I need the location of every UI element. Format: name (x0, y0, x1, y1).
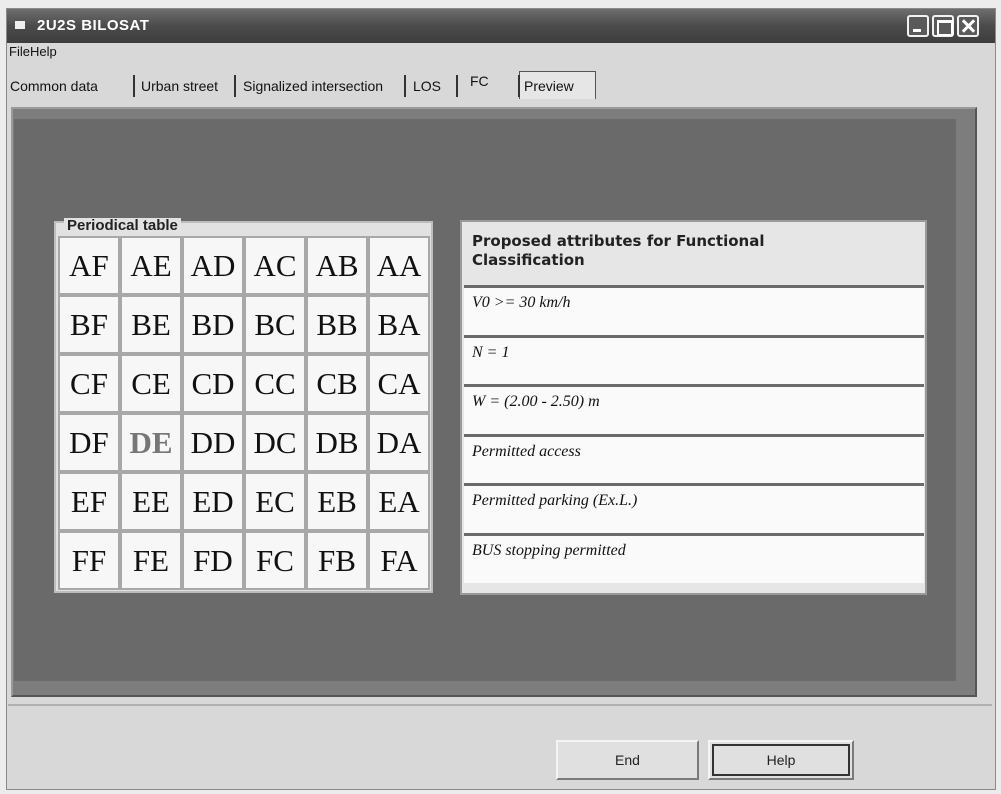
attributes-list: V0 >= 30 km/h N = 1 W = (2.00 - 2.50) m … (464, 285, 924, 583)
attribute-row: V0 >= 30 km/h (464, 285, 924, 335)
periodic-cell-de[interactable]: DE (120, 413, 182, 472)
window-title: 2U2S BILOSAT (37, 17, 150, 34)
tab-separator (456, 75, 458, 97)
minimize-button[interactable] (907, 15, 929, 37)
menu-bar: File Help (6, 42, 996, 62)
periodic-cell-ca[interactable]: CA (368, 354, 430, 413)
attributes-title: Proposed attributes for Functional Class… (472, 232, 765, 269)
tab-urban-street[interactable]: Urban street (141, 78, 218, 94)
tab-separator (234, 75, 236, 97)
title-bar[interactable]: 2U2S BILOSAT (7, 9, 995, 43)
periodic-cell-da[interactable]: DA (368, 413, 430, 472)
periodic-cell-ee[interactable]: EE (120, 472, 182, 531)
periodic-cell-cd[interactable]: CD (182, 354, 244, 413)
periodic-cell-be[interactable]: BE (120, 295, 182, 354)
periodic-cell-ac[interactable]: AC (244, 236, 306, 295)
periodic-cell-fd[interactable]: FD (182, 531, 244, 590)
periodic-cell-ae[interactable]: AE (120, 236, 182, 295)
tab-preview[interactable]: Preview (524, 78, 574, 94)
periodical-table-legend: Periodical table (64, 218, 181, 234)
periodic-cell-af[interactable]: AF (58, 236, 120, 295)
menu-help[interactable]: Help (30, 44, 57, 59)
periodic-cell-bf[interactable]: BF (58, 295, 120, 354)
periodic-cell-bb[interactable]: BB (306, 295, 368, 354)
periodic-cell-fc[interactable]: FC (244, 531, 306, 590)
attribute-row: Permitted parking (Ex.L.) (464, 483, 924, 533)
periodic-cell-ad[interactable]: AD (182, 236, 244, 295)
periodic-cell-db[interactable]: DB (306, 413, 368, 472)
app-icon (15, 21, 25, 29)
periodic-cell-bd[interactable]: BD (182, 295, 244, 354)
periodic-cell-ab[interactable]: AB (306, 236, 368, 295)
attribute-row: N = 1 (464, 334, 924, 385)
menu-file[interactable]: File (9, 44, 30, 59)
divider (8, 704, 992, 706)
attribute-row: Permitted access (464, 433, 924, 484)
periodic-cell-cb[interactable]: CB (306, 354, 368, 413)
periodic-cell-fb[interactable]: FB (306, 531, 368, 590)
help-button[interactable]: Help (708, 740, 854, 780)
tab-common-data[interactable]: Common data (10, 78, 98, 94)
tab-los[interactable]: LOS (413, 78, 441, 94)
tab-fc[interactable]: FC (470, 73, 489, 89)
periodic-cell-cf[interactable]: CF (58, 354, 120, 413)
tab-separator (518, 75, 520, 97)
periodic-cell-bc[interactable]: BC (244, 295, 306, 354)
periodic-cell-eb[interactable]: EB (306, 472, 368, 531)
periodic-cell-ef[interactable]: EF (58, 472, 120, 531)
periodic-cell-dc[interactable]: DC (244, 413, 306, 472)
periodic-cell-fe[interactable]: FE (120, 531, 182, 590)
periodic-cell-ea[interactable]: EA (368, 472, 430, 531)
periodic-cell-ed[interactable]: ED (182, 472, 244, 531)
periodic-cell-ff[interactable]: FF (58, 531, 120, 590)
tab-separator (133, 75, 135, 97)
tab-strip: Common data Urban street Signalized inte… (8, 63, 608, 101)
periodic-cell-fa[interactable]: FA (368, 531, 430, 590)
periodic-cell-ce[interactable]: CE (120, 354, 182, 413)
periodic-cell-ec[interactable]: EC (244, 472, 306, 531)
periodic-cell-dd[interactable]: DD (182, 413, 244, 472)
maximize-button[interactable] (932, 15, 954, 37)
periodic-cell-cc[interactable]: CC (244, 354, 306, 413)
tab-signalized-intersection[interactable]: Signalized intersection (243, 78, 383, 94)
close-button[interactable] (957, 15, 979, 37)
periodic-cell-df[interactable]: DF (58, 413, 120, 472)
attribute-row: BUS stopping permitted (464, 532, 924, 583)
attribute-row: W = (2.00 - 2.50) m (464, 384, 924, 434)
periodic-cell-aa[interactable]: AA (368, 236, 430, 295)
tab-separator (404, 75, 406, 97)
end-button[interactable]: End (556, 740, 699, 780)
periodical-table-grid: AF AE AD AC AB AA BF BE BD BC BB BA CF CE CD CC CB CA DF DE… (58, 236, 430, 590)
periodic-cell-ba[interactable]: BA (368, 295, 430, 354)
